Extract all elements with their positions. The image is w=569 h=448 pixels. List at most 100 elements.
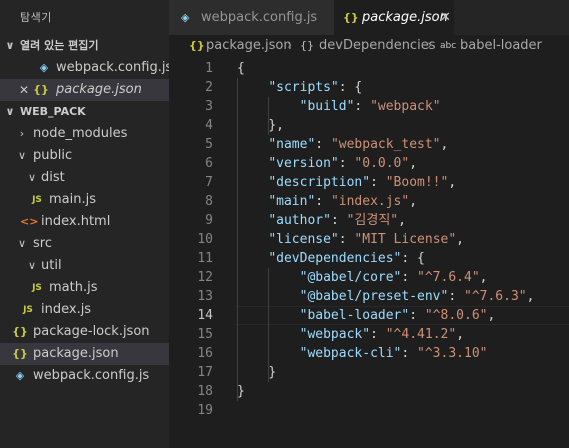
chevron-down-icon: ∨ bbox=[5, 39, 15, 52]
indent-guide bbox=[237, 78, 238, 401]
close-icon[interactable]: ✕ bbox=[440, 0, 451, 35]
tree-item-label: node_modules bbox=[33, 126, 128, 141]
line-number: 16 bbox=[197, 346, 213, 361]
tab-label: webpack.config.js bbox=[201, 10, 318, 25]
json-icon: {} bbox=[12, 347, 28, 360]
code-text: "license": "MIT License", bbox=[268, 232, 464, 247]
tree-item-main-js[interactable]: JS main.js bbox=[0, 189, 169, 211]
tree-item-index-html[interactable]: <> index.html bbox=[0, 211, 169, 233]
code-text: { bbox=[237, 61, 245, 76]
code-line[interactable]: 8 "main": "index.js", bbox=[169, 192, 569, 211]
tree-item-label: public bbox=[33, 148, 73, 163]
code-text: }, bbox=[268, 118, 284, 133]
code-text: "@babel/core": "^7.6.4", bbox=[299, 270, 488, 285]
chevron-down-icon: ∨ bbox=[5, 105, 15, 118]
line-number: 15 bbox=[197, 327, 213, 342]
code-line[interactable]: 7 "description": "Boom!!", bbox=[169, 173, 569, 192]
json-icon: {} bbox=[189, 39, 205, 52]
project-folder-label: WEB_PACK bbox=[20, 105, 86, 118]
line-number: 8 bbox=[205, 194, 213, 209]
explorer-sidebar: 탐색기 ∨ 열려 있는 편집기 ◈ webpack.config.js ✕ {}… bbox=[0, 0, 172, 448]
tree-item-webpack-config-js[interactable]: ◈ webpack.config.js bbox=[0, 365, 169, 387]
open-editors-header[interactable]: ∨ 열려 있는 편집기 bbox=[0, 35, 169, 57]
breadcrumb-symbol[interactable]: babel-loader bbox=[460, 35, 542, 57]
code-text: "webpack": "^4.41.2", bbox=[299, 327, 465, 342]
tree-item-src[interactable]: ∨ src bbox=[0, 233, 169, 255]
chevron-down-icon: ∨ bbox=[27, 171, 37, 184]
code-text: "babel-loader": "^8.0.6", bbox=[299, 308, 496, 323]
open-editor-label: package.json bbox=[56, 82, 142, 97]
code-line[interactable]: 12 "@babel/core": "^7.6.4", bbox=[169, 268, 569, 287]
code-text: "scripts": { bbox=[268, 80, 363, 95]
line-number: 4 bbox=[205, 118, 213, 133]
explorer-title: 탐색기 bbox=[20, 11, 52, 24]
open-editor-item[interactable]: ◈ webpack.config.js bbox=[0, 57, 172, 79]
tab-bar: ◈ webpack.config.js {} package.json ✕ bbox=[169, 0, 569, 35]
line-number: 18 bbox=[197, 384, 213, 399]
code-line[interactable]: 18} bbox=[169, 382, 569, 401]
code-line[interactable]: 4 }, bbox=[169, 116, 569, 135]
tree-item-label: dist bbox=[41, 170, 65, 185]
chevron-down-icon: ∨ bbox=[27, 259, 37, 272]
tree-item-dist[interactable]: ∨ dist bbox=[0, 167, 169, 189]
code-line[interactable]: 15 "webpack": "^4.41.2", bbox=[169, 325, 569, 344]
code-editor[interactable]: 1{2 "scripts": {3 "build": "webpack" 4 },… bbox=[169, 57, 569, 448]
code-line[interactable]: 1{ bbox=[169, 59, 569, 78]
tree-item-label: index.html bbox=[41, 214, 111, 229]
breadcrumb-separator: › bbox=[287, 38, 293, 53]
code-text: "version": "0.0.0", bbox=[268, 156, 418, 171]
code-line[interactable]: 6 "version": "0.0.0", bbox=[169, 154, 569, 173]
tree-item-package-json[interactable]: {} package.json bbox=[0, 343, 169, 365]
chevron-down-icon: ∨ bbox=[17, 149, 27, 162]
tree-item-node-modules[interactable]: › node_modules bbox=[0, 123, 169, 145]
tree-item-label: src bbox=[33, 236, 52, 251]
open-editors-label: 열려 있는 편집기 bbox=[20, 39, 99, 52]
tree-item-label: index.js bbox=[41, 302, 92, 317]
code-line[interactable]: 3 "build": "webpack" bbox=[169, 97, 569, 116]
code-text: } bbox=[268, 365, 277, 380]
code-line[interactable]: 10 "license": "MIT License", bbox=[169, 230, 569, 249]
code-line[interactable]: 2 "scripts": { bbox=[169, 78, 569, 97]
javascript-icon: JS bbox=[32, 283, 42, 293]
code-line[interactable]: 11 "devDependencies": { bbox=[169, 249, 569, 268]
object-icon: {} bbox=[300, 39, 314, 52]
code-line[interactable]: 9 "author": "김경직", bbox=[169, 211, 569, 230]
indent-guide bbox=[268, 268, 270, 382]
breadcrumb-file[interactable]: package.json bbox=[206, 35, 292, 57]
tree-item-label: math.js bbox=[49, 280, 98, 295]
tree-item-label: package-lock.json bbox=[33, 324, 150, 339]
code-line[interactable]: 13 "@babel/preset-env": "^7.6.3", bbox=[169, 287, 569, 306]
open-editor-item[interactable]: ✕ {} package.json bbox=[0, 79, 169, 101]
line-number: 11 bbox=[197, 251, 213, 266]
tree-item-math-js[interactable]: JS math.js bbox=[0, 277, 169, 299]
line-number: 12 bbox=[197, 270, 213, 285]
code-text: "author": "김경직", bbox=[268, 213, 406, 228]
line-number: 14 bbox=[197, 308, 213, 323]
tree-item-label: package.json bbox=[33, 346, 119, 361]
webpack-icon: ◈ bbox=[181, 11, 190, 24]
code-line[interactable]: 16 "webpack-cli": "^3.3.10" bbox=[169, 344, 569, 363]
code-line[interactable]: 19 bbox=[169, 401, 569, 420]
tree-item-util[interactable]: ∨ util bbox=[0, 255, 169, 277]
tab-package-json[interactable]: {} package.json ✕ bbox=[334, 0, 454, 35]
chevron-right-icon: › bbox=[19, 127, 25, 140]
javascript-icon: JS bbox=[23, 305, 33, 315]
tab-webpack-config[interactable]: ◈ webpack.config.js bbox=[169, 0, 334, 35]
indent-guide bbox=[268, 97, 270, 135]
tree-item-package-lock-json[interactable]: {} package-lock.json bbox=[0, 321, 169, 343]
code-line[interactable]: 5 "name": "webpack_test", bbox=[169, 135, 569, 154]
webpack-icon: ◈ bbox=[15, 369, 25, 382]
line-number: 17 bbox=[197, 365, 213, 380]
code-text: "webpack-cli": "^3.3.10" bbox=[299, 346, 488, 361]
project-folder-header[interactable]: ∨ WEB_PACK bbox=[0, 101, 169, 123]
javascript-icon: JS bbox=[32, 195, 42, 205]
breadcrumb-section[interactable]: devDependencies bbox=[319, 35, 435, 57]
code-line[interactable]: 17 } bbox=[169, 363, 569, 382]
tree-item-public[interactable]: ∨ public bbox=[0, 145, 169, 167]
line-number: 7 bbox=[205, 175, 213, 190]
tree-item-index-js[interactable]: JS index.js bbox=[0, 299, 169, 321]
line-number: 2 bbox=[205, 80, 213, 95]
line-number: 10 bbox=[197, 232, 213, 247]
code-line[interactable]: 14 "babel-loader": "^8.0.6", bbox=[169, 306, 569, 325]
close-icon[interactable]: ✕ bbox=[16, 79, 32, 101]
